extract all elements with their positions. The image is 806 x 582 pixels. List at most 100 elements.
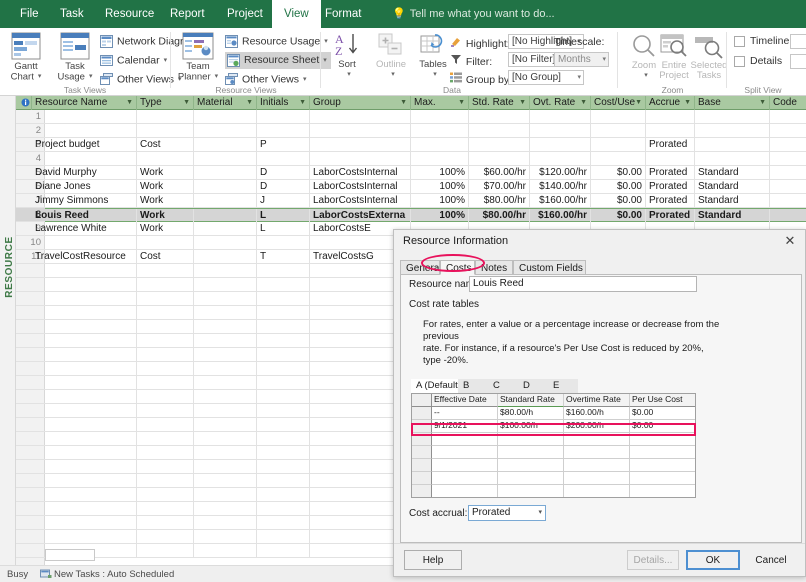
rate-grid-cell-effective_date[interactable] bbox=[432, 472, 498, 485]
cell-cost_use[interactable]: $0.00 bbox=[591, 166, 646, 179]
cell-material[interactable] bbox=[194, 334, 257, 347]
cell-type[interactable] bbox=[137, 418, 194, 431]
cell-base[interactable] bbox=[695, 110, 770, 123]
cell-name[interactable] bbox=[32, 306, 137, 319]
rate-grid-cell-overtime_rate[interactable] bbox=[564, 485, 630, 497]
cell-ovt_rate[interactable]: $160.00/hr bbox=[530, 209, 591, 222]
chevron-down-icon[interactable]: ▾ bbox=[602, 53, 606, 66]
cell-name[interactable]: Lawrence White bbox=[32, 222, 137, 235]
cell-max[interactable]: 100% bbox=[411, 166, 469, 179]
ribbon-tab-format[interactable]: Format bbox=[313, 0, 373, 28]
cell-type[interactable] bbox=[137, 460, 194, 473]
rate-grid-cell-effective_date[interactable] bbox=[432, 459, 498, 472]
cell-group[interactable] bbox=[310, 152, 411, 165]
cell-cost_use[interactable]: $0.00 bbox=[591, 180, 646, 193]
cell-type[interactable]: Work bbox=[137, 166, 194, 179]
column-header-cost_use[interactable]: Cost/Use ▼ bbox=[591, 96, 646, 110]
rate-grid-cell-standard_rate[interactable]: $80.00/h bbox=[498, 407, 564, 420]
cell-group[interactable] bbox=[310, 110, 411, 123]
column-header-info[interactable] bbox=[16, 96, 32, 110]
cell-code[interactable] bbox=[770, 166, 806, 179]
cell-code[interactable] bbox=[770, 138, 806, 151]
cell-type[interactable]: Work bbox=[137, 209, 194, 222]
cell-name[interactable] bbox=[32, 376, 137, 389]
cell-initials[interactable] bbox=[257, 152, 310, 165]
cell-std_rate[interactable]: $60.00/hr bbox=[469, 166, 530, 179]
cell-material[interactable] bbox=[194, 432, 257, 445]
rate-grid-row-selector[interactable] bbox=[412, 433, 432, 446]
cell-material[interactable] bbox=[194, 209, 257, 222]
cell-max[interactable] bbox=[411, 110, 469, 123]
cell-name[interactable] bbox=[32, 418, 137, 431]
rate-tab-d[interactable]: D bbox=[518, 379, 548, 393]
cell-name[interactable] bbox=[32, 236, 137, 249]
table-row[interactable]: David Murphy Work D LaborCostsInternal 100% $… bbox=[35, 166, 806, 180]
cell-name[interactable]: Diane Jones bbox=[32, 180, 137, 193]
cell-initials[interactable] bbox=[257, 460, 310, 473]
cell-material[interactable] bbox=[194, 166, 257, 179]
rate-grid-row-selector[interactable] bbox=[412, 459, 432, 472]
dialog-tab-costs[interactable]: Costs bbox=[440, 260, 475, 275]
cell-material[interactable] bbox=[194, 544, 257, 557]
rate-grid-row-selector[interactable] bbox=[412, 485, 432, 497]
cell-ovt_rate[interactable] bbox=[530, 138, 591, 151]
resource-sheet-button[interactable]: Resource Sheet ▾ bbox=[225, 52, 331, 69]
cell-name[interactable] bbox=[32, 348, 137, 361]
cell-ovt_rate[interactable] bbox=[530, 152, 591, 165]
cell-type[interactable] bbox=[137, 348, 194, 361]
table-row[interactable]: Project budget Cost P Prorated bbox=[35, 138, 806, 152]
table-row[interactable]: Diane Jones Work D LaborCostsInternal 100% $7… bbox=[35, 180, 806, 194]
cell-std_rate[interactable]: $80.00/hr bbox=[469, 194, 530, 207]
chevron-down-icon[interactable]: ▾ bbox=[538, 506, 542, 520]
cell-accrue[interactable]: Prorated bbox=[646, 209, 695, 222]
cell-name[interactable] bbox=[32, 152, 137, 165]
groupby-dropdown[interactable]: [No Group] ▾ bbox=[508, 70, 584, 85]
cell-material[interactable] bbox=[194, 348, 257, 361]
cell-initials[interactable] bbox=[257, 502, 310, 515]
cell-type[interactable] bbox=[137, 236, 194, 249]
cell-std_rate[interactable]: $80.00/hr bbox=[469, 209, 530, 222]
chevron-down-icon[interactable]: ▾ bbox=[391, 71, 395, 78]
ribbon-tab-resource[interactable]: Resource bbox=[93, 0, 166, 28]
chevron-down-icon[interactable]: ▾ bbox=[347, 71, 351, 78]
column-filter-arrow-icon[interactable]: ▼ bbox=[519, 96, 526, 110]
cell-type[interactable] bbox=[137, 446, 194, 459]
cell-code[interactable] bbox=[770, 180, 806, 193]
cell-type[interactable] bbox=[137, 376, 194, 389]
cell-cost_use[interactable] bbox=[591, 152, 646, 165]
cell-type[interactable] bbox=[137, 362, 194, 375]
cell-material[interactable] bbox=[194, 446, 257, 459]
ok-button[interactable]: OK bbox=[686, 550, 740, 570]
cell-std_rate[interactable] bbox=[469, 152, 530, 165]
ribbon-tab-file[interactable]: File bbox=[8, 0, 51, 28]
cell-type[interactable]: Work bbox=[137, 194, 194, 207]
cell-material[interactable] bbox=[194, 320, 257, 333]
cell-type[interactable]: Work bbox=[137, 222, 194, 235]
column-header-initials[interactable]: Initials ▼ bbox=[257, 96, 310, 110]
resource-name-field[interactable]: Louis Reed bbox=[469, 276, 697, 292]
details-dropdown[interactable] bbox=[790, 54, 806, 69]
column-header-group[interactable]: Group ▼ bbox=[310, 96, 411, 110]
column-filter-arrow-icon[interactable]: ▼ bbox=[126, 96, 133, 110]
cost-rate-grid[interactable]: ▲ ▼ Effective DateStandard RateOvertime … bbox=[411, 393, 696, 498]
rate-grid-cell-overtime_rate[interactable] bbox=[564, 446, 630, 459]
rate-grid-row-selector[interactable] bbox=[412, 407, 432, 420]
rate-grid-cell-standard_rate[interactable] bbox=[498, 472, 564, 485]
cell-code[interactable] bbox=[770, 124, 806, 137]
column-header-base[interactable]: Base ▼ bbox=[695, 96, 770, 110]
cell-initials[interactable] bbox=[257, 110, 310, 123]
cell-type[interactable] bbox=[137, 110, 194, 123]
cell-name[interactable] bbox=[32, 292, 137, 305]
team-planner-button[interactable]: Team Planner ▾ bbox=[175, 32, 221, 83]
rate-grid-cell-effective_date[interactable] bbox=[432, 433, 498, 446]
cell-initials[interactable] bbox=[257, 446, 310, 459]
rate-grid-row-selector[interactable] bbox=[412, 472, 432, 485]
cell-material[interactable] bbox=[194, 502, 257, 515]
cell-name[interactable]: Louis Reed bbox=[32, 209, 137, 222]
column-header-std_rate[interactable]: Std. Rate ▼ bbox=[469, 96, 530, 110]
rate-grid-cell-standard_rate[interactable] bbox=[498, 485, 564, 497]
cell-type[interactable] bbox=[137, 334, 194, 347]
chevron-down-icon[interactable]: ▾ bbox=[577, 71, 581, 84]
cell-type[interactable] bbox=[137, 124, 194, 137]
cell-name[interactable] bbox=[32, 460, 137, 473]
